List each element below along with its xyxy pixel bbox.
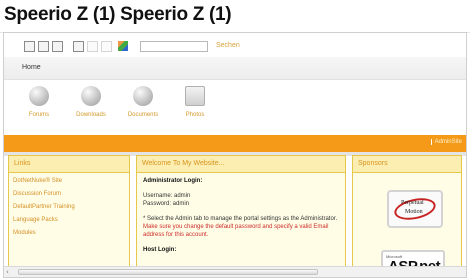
sponsors-title: Sponsors (353, 156, 461, 173)
window-icon[interactable] (73, 41, 84, 52)
welcome-body: Administrator Login: Username: admin Pas… (137, 173, 345, 258)
breadcrumb-bar: Home (4, 57, 466, 80)
scroll-left-icon[interactable]: ‹ (6, 268, 9, 276)
nav-item-documents[interactable]: Documents (118, 86, 168, 118)
logo-text: Motion (405, 209, 423, 215)
nav-item-label: Photos (185, 112, 205, 118)
nav-item-label: Documents (127, 112, 159, 118)
window-icon[interactable] (52, 41, 63, 52)
user-link[interactable]: AdminSite (430, 139, 462, 145)
link-item[interactable]: DotNetNuke® Site (13, 178, 125, 184)
horizontal-scrollbar[interactable]: ‹ (4, 266, 466, 277)
window-icon[interactable] (38, 41, 49, 52)
link-item[interactable]: Language Packs (13, 217, 125, 223)
forums-icon (29, 86, 49, 106)
window-icon[interactable] (87, 41, 98, 52)
links-panel: Links DotNetNuke® Site Discussion Forum … (8, 155, 130, 277)
nav-icon-menu: Forums Downloads Documents Photos (4, 80, 466, 134)
color-icon[interactable] (118, 41, 128, 51)
admin-note-text: * Select the Admin tab to manage the por… (143, 216, 338, 222)
password-text: Password: admin (143, 201, 190, 207)
nav-item-photos[interactable]: Photos (170, 86, 220, 118)
accent-bar: AdminSite (4, 135, 466, 152)
downloads-icon (81, 86, 101, 106)
toolbar-icons (24, 41, 128, 52)
logo-text: Perpetual (401, 200, 424, 206)
admin-note: * Select the Admin tab to manage the por… (143, 215, 339, 239)
documents-icon (133, 86, 153, 106)
window-icon[interactable] (24, 41, 35, 52)
password-warning: Make sure you change the default passwor… (143, 224, 329, 238)
scrollbar-thumb[interactable] (18, 269, 318, 275)
window-icon[interactable] (101, 41, 112, 52)
search-input[interactable] (140, 41, 208, 52)
nav-item-forums[interactable]: Forums (14, 86, 64, 118)
photos-icon (185, 86, 205, 106)
username-text: Username: admin (143, 193, 191, 199)
link-item[interactable]: Discussion Forum (13, 191, 125, 197)
welcome-title: Welcome To My Website... (137, 156, 345, 173)
links-list: DotNetNuke® Site Discussion Forum Defaul… (9, 173, 129, 248)
host-login-heading: Host Login: (143, 247, 177, 253)
perpetual-motion-logo[interactable]: Perpetual Motion (387, 190, 443, 228)
nav-item-label: Forums (28, 112, 50, 118)
admin-login-heading: Administrator Login: (143, 178, 203, 184)
link-item[interactable]: Modules (13, 230, 125, 236)
toolbar: Sechen (4, 33, 466, 57)
nav-item-downloads[interactable]: Downloads (66, 86, 116, 118)
welcome-panel: Welcome To My Website... Administrator L… (136, 155, 346, 277)
browser-viewport: Sechen Home Forums Downloads Documents P… (3, 32, 467, 278)
nav-item-label: Downloads (76, 112, 106, 118)
window-title: Speerio Z (1) Speerio Z (1) (4, 4, 232, 25)
links-title: Links (9, 156, 129, 173)
window-title-bar: Speerio Z (1) Speerio Z (1) (0, 0, 470, 33)
search-button[interactable]: Sechen (216, 42, 240, 49)
link-item[interactable]: DefaultPartner Training (13, 204, 125, 210)
home-link[interactable]: Home (22, 64, 41, 71)
sponsors-panel: Sponsors Perpetual Motion Microsoft ASP.… (352, 155, 462, 277)
